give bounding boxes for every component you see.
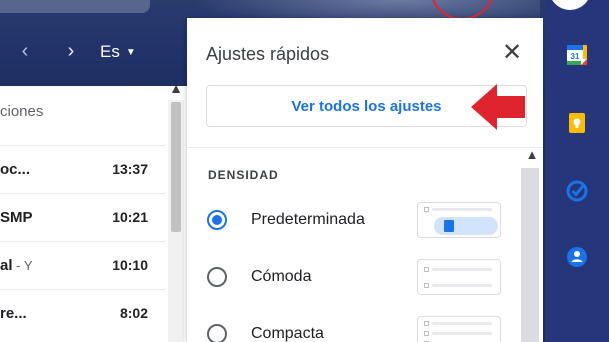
contacts-icon[interactable] — [566, 246, 588, 268]
density-option-default[interactable]: Predeterminada — [207, 200, 507, 240]
density-preview-default — [417, 202, 501, 238]
language-label: Es — [100, 42, 120, 61]
mail-row[interactable]: re... 8:02 — [0, 289, 166, 336]
mail-row[interactable]: al - Y 10:10 — [0, 241, 166, 288]
search-bar[interactable] — [0, 0, 150, 13]
mail-time: 10:10 — [112, 257, 148, 273]
document-icon — [444, 220, 454, 232]
radio-button[interactable] — [207, 324, 227, 342]
mail-time: 8:02 — [119, 305, 148, 321]
preview-line — [432, 322, 492, 325]
preview-line — [432, 268, 492, 271]
scroll-up-icon[interactable]: ▲ — [524, 147, 540, 163]
svg-text:31: 31 — [571, 52, 580, 61]
preview-checkbox — [424, 283, 429, 288]
density-preview-comfortable — [417, 259, 501, 295]
mail-time: 10:21 — [112, 209, 148, 225]
mail-time: 13:37 — [112, 161, 148, 177]
preview-line — [432, 284, 492, 287]
preview-checkbox — [424, 331, 429, 336]
preview-checkbox — [424, 321, 429, 326]
radio-button[interactable] — [207, 267, 227, 287]
density-heading: DENSIDAD — [208, 168, 279, 182]
close-icon[interactable]: ✕ — [499, 40, 525, 66]
mail-sender: oc... — [0, 160, 31, 178]
quick-settings-panel: Ajustes rápidos ✕ Ver todos los ajustes … — [187, 18, 543, 342]
caret-down-icon: ▼ — [125, 46, 136, 58]
mail-snippet: - Y — [12, 257, 33, 273]
chevron-right-icon[interactable]: › — [60, 38, 82, 64]
mail-sender: re... — [0, 304, 27, 322]
quick-settings-title: Ajustes rápidos — [206, 44, 330, 64]
mail-list: ciones ▲ oc... 13:37 SMP 10:21 al - Y 10… — [0, 80, 187, 342]
mail-row[interactable]: oc... 13:37 — [0, 145, 166, 192]
panel-scrollbar[interactable] — [521, 168, 539, 342]
density-option-label: Cómoda — [251, 268, 312, 285]
mail-row[interactable]: SMP 10:21 — [0, 193, 166, 240]
mail-sender: SMP — [0, 208, 33, 226]
density-option-compact[interactable]: Compacta — [207, 314, 507, 342]
density-option-comfortable[interactable]: Cómoda — [207, 257, 507, 297]
list-scrollbar[interactable] — [168, 100, 184, 342]
radio-button[interactable] — [207, 210, 227, 230]
density-option-label: Predeterminada — [251, 211, 365, 228]
chevron-left-icon[interactable]: ‹ — [14, 38, 36, 64]
preview-checkbox — [424, 267, 429, 272]
scroll-up-icon[interactable]: ▲ — [167, 80, 185, 98]
language-selector[interactable]: Es ▼ — [100, 40, 136, 64]
preview-line — [432, 208, 492, 211]
list-scrollbar-thumb[interactable] — [171, 102, 181, 232]
tasks-icon[interactable] — [566, 180, 588, 202]
mail-sender-name: al — [0, 256, 13, 274]
density-option-label: Compacta — [251, 325, 324, 342]
divider — [187, 147, 543, 148]
preview-line — [432, 332, 492, 335]
mail-sender: al - Y — [0, 257, 33, 274]
keep-icon[interactable] — [566, 112, 588, 134]
list-section-label: ciones — [0, 103, 44, 120]
red-arrow-annotation — [471, 84, 525, 130]
density-preview-compact — [417, 316, 501, 342]
preview-checkbox — [424, 207, 429, 212]
calendar-icon[interactable]: 31 — [566, 44, 588, 66]
